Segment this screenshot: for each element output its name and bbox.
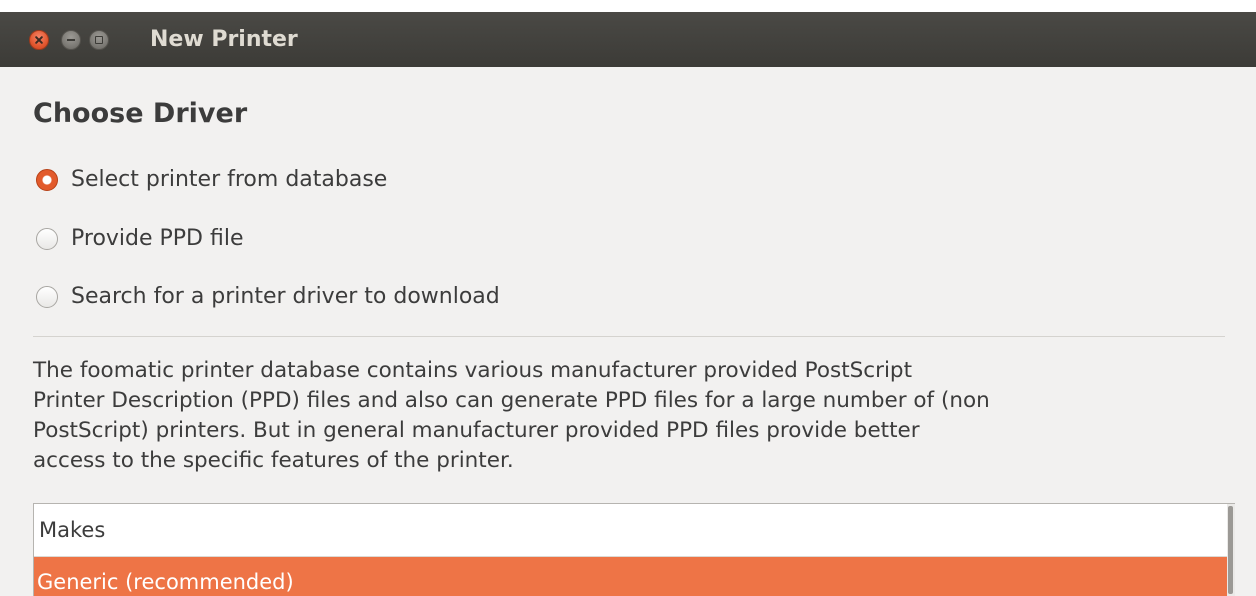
window-title: New Printer [150,27,298,52]
description-line: Printer Description (PPD) files and also… [33,388,990,413]
radio-unchecked-icon[interactable] [36,228,58,250]
close-icon[interactable] [29,30,49,50]
description-line: access to the specific features of the p… [33,448,514,473]
radio-label: Search for a printer driver to download [71,284,500,309]
description-line: PostScript) printers. But in general man… [33,418,920,443]
radio-option-search-driver-download[interactable]: Search for a printer driver to download [36,280,500,314]
radio-label: Select printer from database [71,167,388,192]
radio-option-provide-ppd-file[interactable]: Provide PPD file [36,222,244,256]
scrollbar-thumb[interactable] [1228,506,1233,594]
title-bar[interactable]: New Printer [0,12,1256,67]
page-title: Choose Driver [33,98,248,129]
minimize-icon[interactable] [61,30,81,50]
list-item[interactable]: Generic (recommended) [34,557,1228,596]
scrollbar[interactable] [1227,504,1235,596]
new-printer-window: New Printer Choose Driver Select printer… [0,12,1256,596]
list-item-label: Generic (recommended) [37,570,294,594]
makes-column-header[interactable]: Makes [34,504,1228,557]
radio-option-select-from-database[interactable]: Select printer from database [36,163,387,197]
database-description: The foomatic printer database contains v… [33,356,1233,476]
separator [33,336,1225,337]
radio-label: Provide PPD file [71,226,244,251]
makes-list[interactable]: Makes Generic (recommended) [33,503,1235,596]
maximize-icon[interactable] [89,30,109,50]
radio-unchecked-icon[interactable] [36,286,58,308]
description-line: The foomatic printer database contains v… [33,358,913,383]
radio-checked-icon[interactable] [36,169,58,191]
makes-column-header-label: Makes [39,518,106,542]
